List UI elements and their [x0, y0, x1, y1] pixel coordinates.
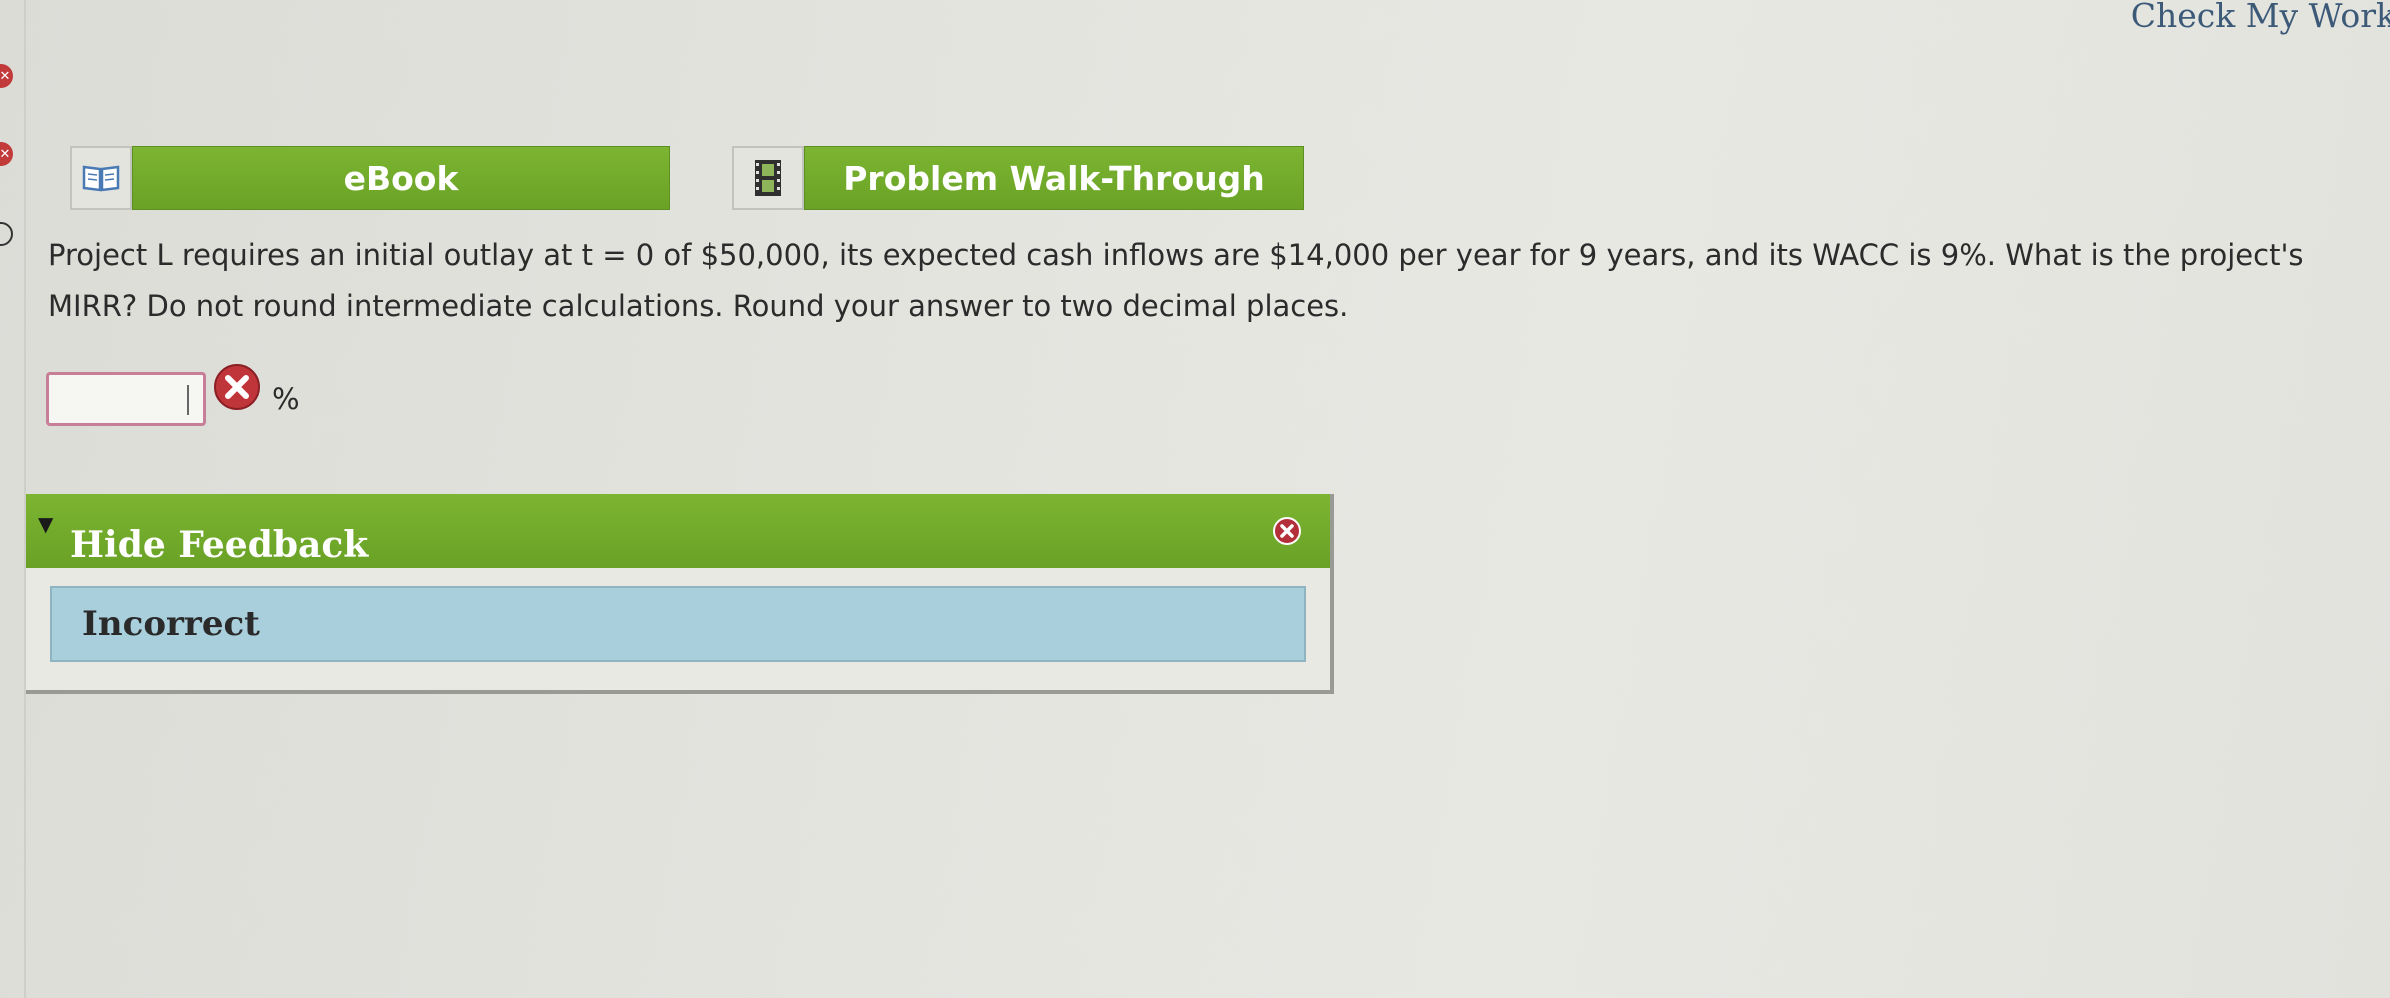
triangle-down-icon: ▼ [38, 512, 54, 536]
question-text: Project L requires an initial outlay at … [48, 238, 2304, 323]
check-my-work-link[interactable]: Check My Work [2131, 0, 2390, 35]
hide-feedback-label: Hide Feedback [70, 524, 369, 566]
question-status-marker-icon[interactable] [0, 222, 13, 246]
feedback-header[interactable]: ▼ Hide Feedback [26, 494, 1330, 568]
close-icon[interactable] [1272, 516, 1302, 550]
problem-walkthrough-button-label: Problem Walk-Through [804, 146, 1304, 210]
feedback-panel: ▼ Hide Feedback Incorrect [26, 494, 1334, 694]
question-status-marker-icon[interactable]: ✕ [0, 142, 13, 166]
ebook-button-label: eBook [132, 146, 670, 210]
ebook-button[interactable]: eBook [70, 146, 670, 210]
incorrect-icon [212, 362, 262, 416]
answer-input[interactable] [46, 372, 206, 426]
feedback-result-box: Incorrect [50, 586, 1306, 662]
problem-walkthrough-button[interactable]: Problem Walk-Through [732, 146, 1304, 210]
film-icon [732, 146, 804, 210]
answer-row: % [46, 364, 300, 426]
side-nav-strip: ✕ ✕ [0, 0, 26, 998]
book-icon [70, 146, 132, 210]
percent-unit-label: % [272, 382, 300, 416]
question-status-marker-icon[interactable]: ✕ [0, 64, 13, 88]
feedback-result-label: Incorrect [82, 604, 260, 644]
